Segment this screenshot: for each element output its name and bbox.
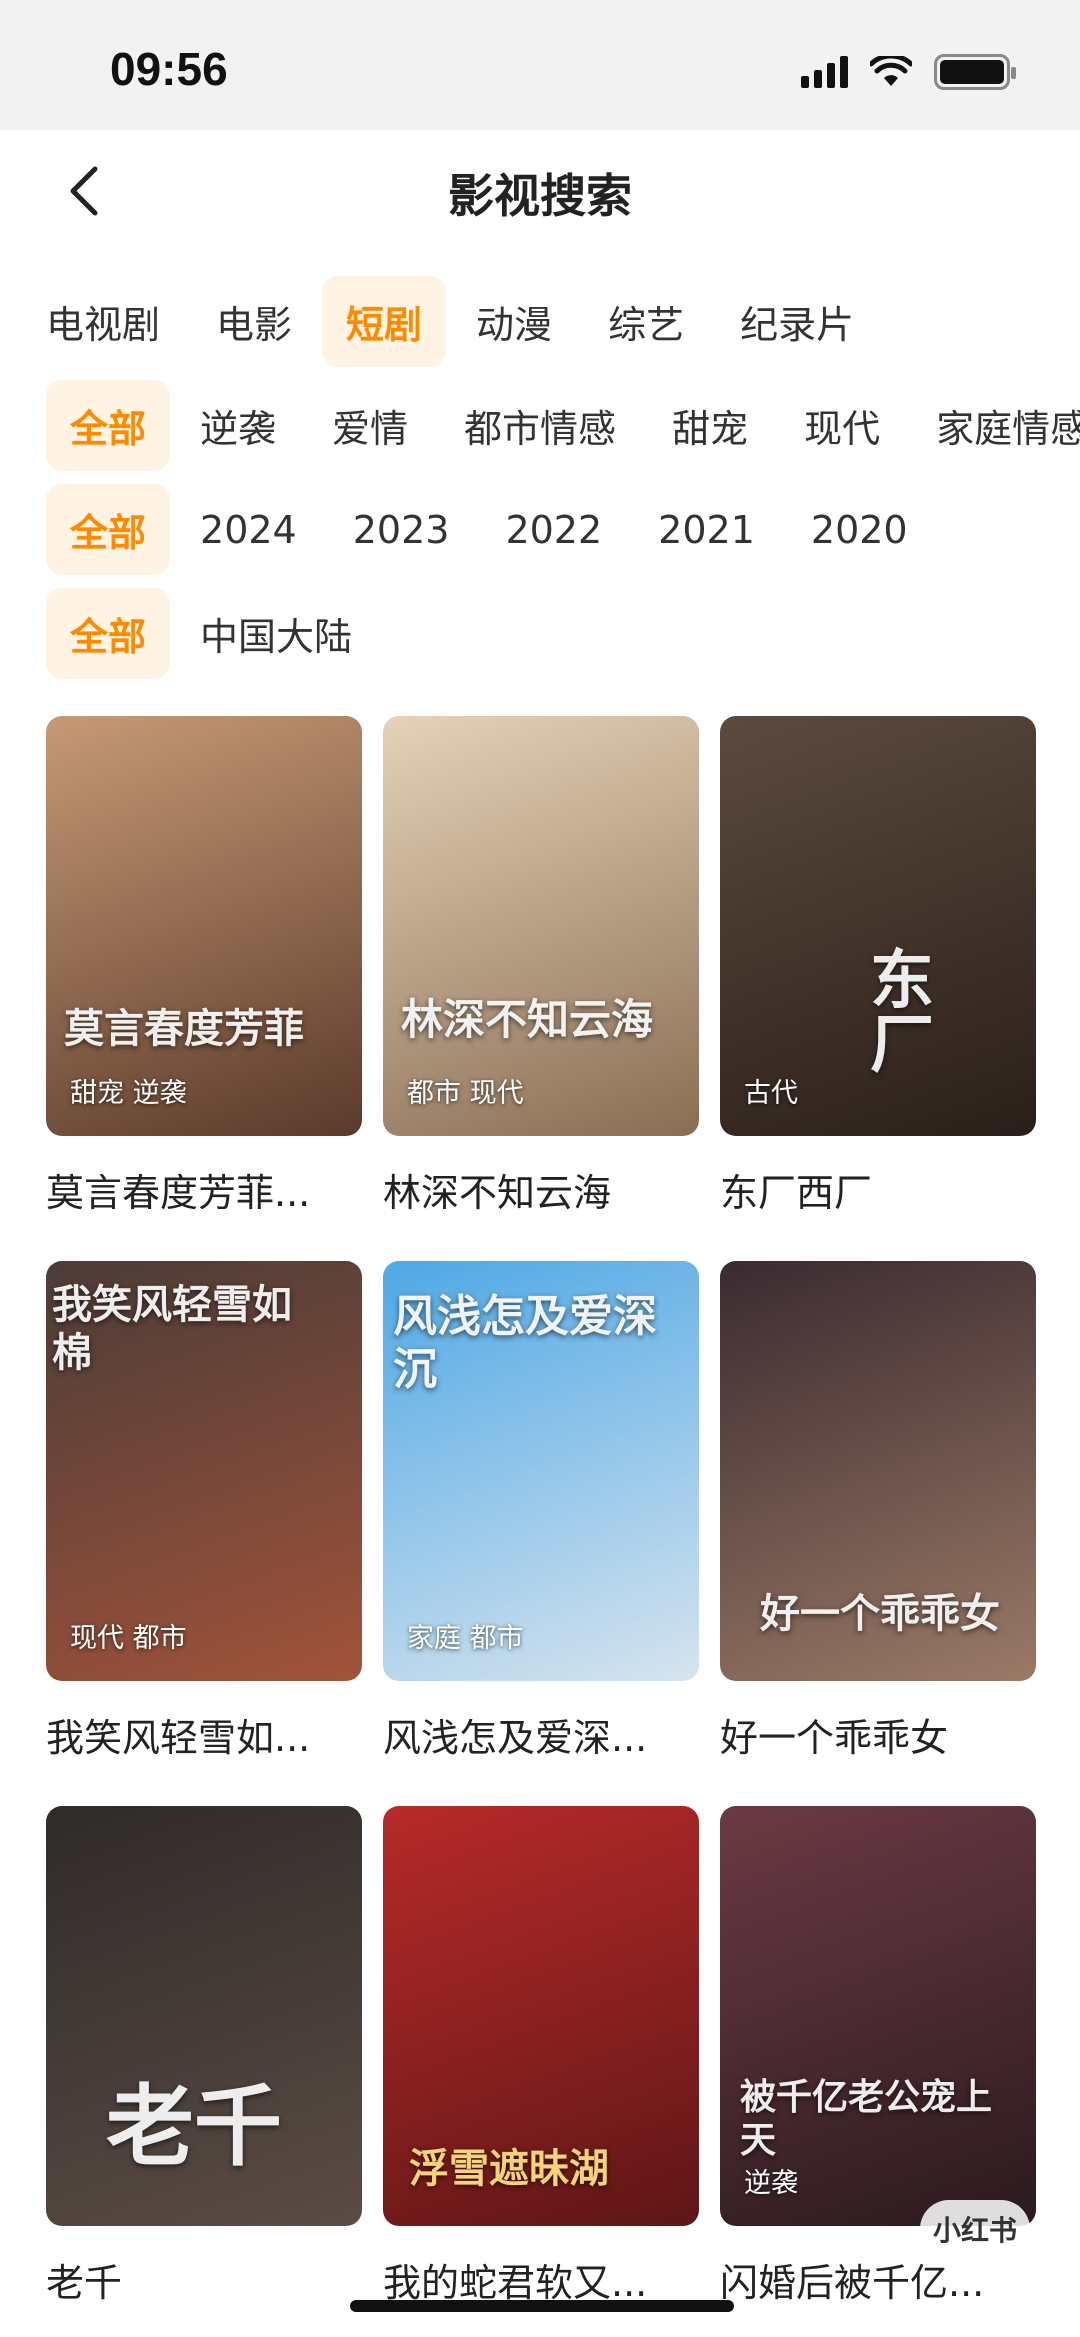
poster-title-art: 我笑风轻雪如棉 [52,1281,292,1376]
poster-image[interactable]: 东厂 古代 [720,716,1036,1136]
page-title: 影视搜索 [448,169,632,223]
region-all[interactable]: 全部 [46,588,171,679]
home-indicator[interactable] [350,2300,734,2312]
drama-title[interactable]: 东厂西厂 [720,1162,1036,1217]
drama-card[interactable]: 老千 老千 [46,1806,362,2307]
drama-card[interactable]: 我笑风轻雪如棉 现代 都市 我笑风轻雪如... [46,1261,362,1762]
year-option[interactable]: 2020 [785,490,934,570]
year-option[interactable]: 2022 [479,490,628,570]
genre-tags: 现代 都市 [70,1623,187,1654]
tab-short-drama[interactable]: 短剧 [322,276,447,367]
genre-option[interactable]: 家庭情感 [910,380,1080,471]
tab-anime[interactable]: 动漫 [450,276,578,367]
genre-option[interactable]: 都市情感 [438,380,642,471]
status-time: 09:56 [110,43,228,95]
tab-variety[interactable]: 综艺 [582,276,710,367]
drama-title[interactable]: 风浅怎及爱深... [383,1707,699,1762]
drama-title[interactable]: 我笑风轻雪如... [46,1707,362,1762]
genre-filter: 全部 逆袭 爱情 都市情感 甜宠 现代 家庭情感 [46,380,1080,471]
genre-tags: 逆袭 [744,2168,798,2199]
genre-option[interactable]: 甜宠 [646,380,774,471]
poster-image[interactable]: 风浅怎及爱深沉 家庭 都市 [383,1261,699,1681]
status-icons [801,54,1016,90]
poster-image[interactable]: 被千亿老公宠上天 逆袭 [720,1806,1036,2226]
year-option[interactable]: 2023 [327,490,476,570]
poster-image[interactable]: 好一个乖乖女 [720,1261,1036,1681]
drama-title[interactable]: 好一个乖乖女 [720,1707,1036,1762]
genre-option[interactable]: 现代 [778,380,906,471]
drama-card[interactable]: 风浅怎及爱深沉 家庭 都市 风浅怎及爱深... [383,1261,699,1762]
drama-card[interactable]: 浮雪遮昧湖 我的蛇君软又... [383,1806,699,2307]
navigation-bar: 影视搜索 [0,130,1080,260]
drama-title[interactable]: 我的蛇君软又... [383,2252,699,2307]
tab-documentary[interactable]: 纪录片 [714,276,880,367]
genre-option[interactable]: 逆袭 [174,380,302,471]
poster-image[interactable]: 林深不知云海 都市 现代 [383,716,699,1136]
genre-option[interactable]: 爱情 [306,380,434,471]
genre-tags: 家庭 都市 [407,1623,524,1654]
drama-card[interactable]: 莫言春度芳菲 甜宠 逆袭 莫言春度芳菲... [46,716,362,1217]
genre-all[interactable]: 全部 [46,380,171,471]
watermark-badge: 小红书 [920,2200,1030,2258]
year-all[interactable]: 全部 [46,484,171,575]
wifi-icon [870,56,912,86]
genre-tags: 古代 [744,1078,798,1109]
tab-movie[interactable]: 电影 [190,276,318,367]
category-tabs: 电视剧 电影 短剧 动漫 综艺 纪录片 [46,276,884,367]
region-option[interactable]: 中国大陆 [174,588,378,679]
drama-title[interactable]: 老千 [46,2252,362,2307]
poster-title-art: 林深不知云海 [401,995,654,1044]
drama-card[interactable]: 好一个乖乖女 好一个乖乖女 [720,1261,1036,1762]
poster-image[interactable]: 莫言春度芳菲 甜宠 逆袭 [46,716,362,1136]
poster-image[interactable]: 我笑风轻雪如棉 现代 都市 [46,1261,362,1681]
poster-title-art: 浮雪遮昧湖 [409,2145,609,2192]
poster-title-art: 老千 [106,2074,283,2178]
cellular-signal-icon [801,56,848,88]
poster-image[interactable]: 浮雪遮昧湖 [383,1806,699,2226]
region-filter: 全部 中国大陆 [46,588,382,679]
drama-card[interactable]: 东厂 古代 东厂西厂 [720,716,1036,1217]
genre-tags: 都市 现代 [407,1078,524,1109]
genre-tags: 甜宠 逆袭 [70,1078,187,1109]
year-filter: 全部 2024 2023 2022 2021 2020 [46,484,938,575]
status-bar: 09:56 [0,0,1080,130]
poster-title-art: 莫言春度芳菲 [64,1005,304,1052]
tab-tv-series[interactable]: 电视剧 [20,276,186,367]
poster-image[interactable]: 老千 [46,1806,362,2226]
poster-title-art: 风浅怎及爱深沉 [393,1291,657,1395]
poster-title-art: 东厂 [859,946,934,1074]
year-option[interactable]: 2021 [632,490,781,570]
drama-title[interactable]: 莫言春度芳菲... [46,1162,362,1217]
drama-title[interactable]: 闪婚后被千亿... [720,2252,1036,2307]
drama-card[interactable]: 林深不知云海 都市 现代 林深不知云海 [383,716,699,1217]
drama-title[interactable]: 林深不知云海 [383,1162,699,1217]
poster-title-art: 被千亿老公宠上天 [740,2076,993,2162]
poster-title-art: 好一个乖乖女 [760,1590,1000,1637]
year-option[interactable]: 2024 [174,490,323,570]
battery-icon [934,54,1016,90]
